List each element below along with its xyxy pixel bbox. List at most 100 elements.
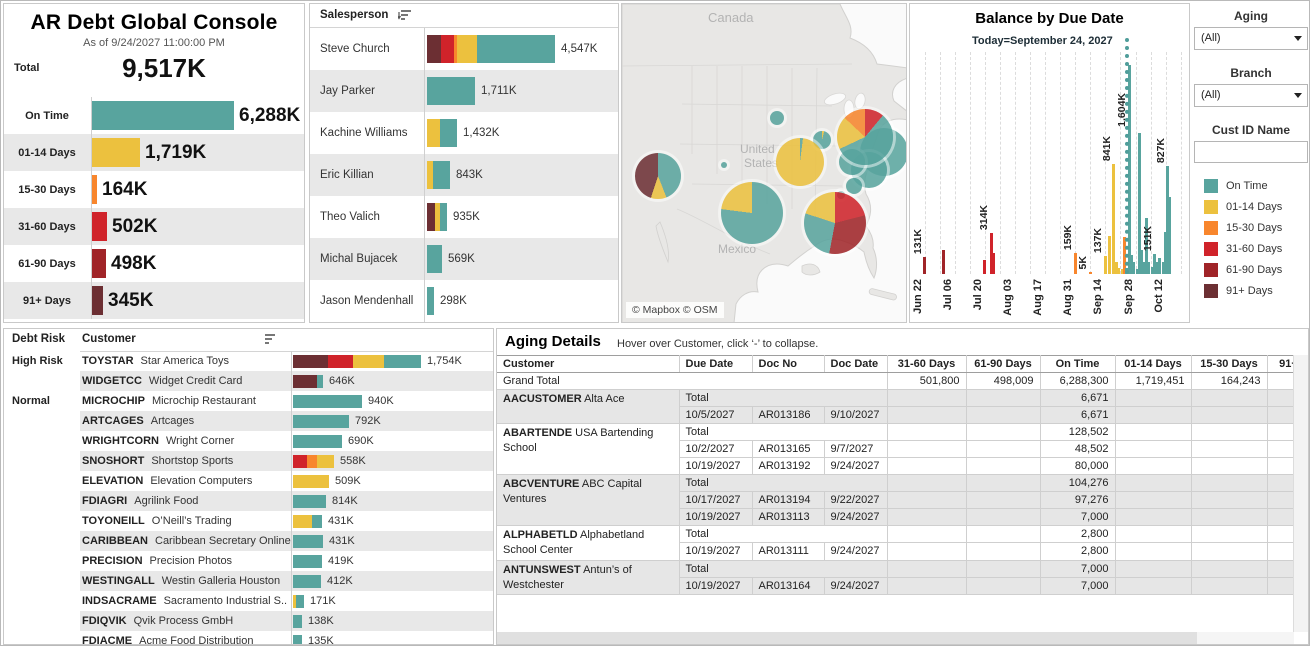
due-date-bar[interactable] [1147, 262, 1150, 274]
aging-filter-dropdown[interactable]: (All) [1194, 27, 1308, 50]
map-pie-mark[interactable] [776, 138, 824, 186]
due-date-bar[interactable] [1104, 256, 1107, 274]
bar-segment[interactable] [427, 35, 441, 63]
customer-row[interactable]: High RiskTOYSTARStar America Toys1,754K [4, 351, 493, 371]
vertical-scrollbar[interactable] [1293, 355, 1308, 632]
bar-segment[interactable] [293, 555, 322, 568]
due-date-bar[interactable] [1158, 258, 1161, 274]
map-pie-mark[interactable] [721, 162, 727, 168]
customer-row[interactable]: ARTCAGESArtcages792K [4, 411, 493, 431]
aging-summary-row[interactable]: 61-90 Days498K [4, 245, 304, 282]
customer-row[interactable]: PRECISIONPrecision Photos419K [4, 551, 493, 571]
customer-row[interactable]: FDIQVIKQvik Process GmbH138K [4, 611, 493, 631]
map-pie-mark[interactable] [804, 192, 866, 254]
customer-total-row[interactable]: AACUSTOMER Alta AceTotal6,671 [497, 390, 1294, 407]
legend-item[interactable]: 61-90 Days [1204, 259, 1310, 280]
column-header[interactable]: Due Date [679, 356, 752, 373]
due-date-bar[interactable] [1168, 197, 1171, 274]
bar-segment[interactable] [384, 355, 421, 368]
bar-segment[interactable] [293, 435, 342, 448]
aging-bar[interactable] [92, 212, 107, 241]
column-header[interactable]: 31-60 Days [887, 356, 966, 373]
bar-segment[interactable] [427, 119, 440, 147]
customer-cell[interactable]: AACUSTOMER Alta Ace [497, 390, 679, 424]
aging-bar[interactable] [92, 175, 97, 204]
cust-id-name-input[interactable] [1194, 141, 1308, 163]
salesperson-row[interactable]: Eric Killian843K [310, 154, 618, 196]
map-pie-mark[interactable] [770, 111, 784, 125]
map-panel[interactable]: CanadaUnitedStatesMexico © Mapbox © OSM [621, 3, 907, 323]
customer-row[interactable]: WIDGETCCWidget Credit Card646K [4, 371, 493, 391]
bar-segment[interactable] [427, 203, 435, 231]
column-header[interactable]: Customer [497, 356, 679, 373]
salesperson-row[interactable]: Jay Parker1,711K [310, 70, 618, 112]
customer-row[interactable]: CARIBBEANCaribbean Secretary Online431K [4, 531, 493, 551]
bar-segment[interactable] [293, 395, 362, 408]
aging-bar[interactable] [92, 101, 234, 130]
customer-total-row[interactable]: ALPHABETLD Alphabetland School CenterTot… [497, 526, 1294, 543]
bar-segment[interactable] [328, 355, 353, 368]
due-date-bar[interactable] [923, 257, 926, 274]
bar-segment[interactable] [293, 415, 349, 428]
bar-segment[interactable] [293, 575, 321, 588]
bar-segment[interactable] [293, 635, 302, 646]
branch-filter-dropdown[interactable]: (All) [1194, 84, 1308, 107]
column-header[interactable]: 15-30 Days [1191, 356, 1267, 373]
map-pie-mark[interactable] [837, 109, 893, 165]
bar-segment[interactable] [427, 245, 442, 273]
bar-segment[interactable] [293, 615, 302, 628]
customer-cell[interactable]: ALPHABETLD Alphabetland School Center [497, 526, 679, 561]
bar-segment[interactable] [440, 203, 447, 231]
customer-row[interactable]: SNOSHORTShortstop Sports558K [4, 451, 493, 471]
customer-row[interactable]: FDIAGRIAgrilink Food814K [4, 491, 493, 511]
bar-segment[interactable] [293, 355, 328, 368]
bar-segment[interactable] [293, 475, 329, 488]
aging-bar[interactable] [92, 138, 140, 167]
aging-summary-row[interactable]: On Time6,288K [4, 97, 304, 134]
bar-segment[interactable] [440, 119, 457, 147]
due-date-bar[interactable] [992, 253, 995, 274]
legend-item[interactable]: 91+ Days [1204, 280, 1310, 301]
chart-plot-area[interactable]: 131K314K159K5K137K841K1,604K151K827K [916, 52, 1185, 274]
salesperson-row[interactable]: Kachine Williams1,432K [310, 112, 618, 154]
salesperson-row[interactable]: Theo Valich935K [310, 196, 618, 238]
salesperson-row[interactable]: Jason Mendenhall298K [310, 280, 618, 322]
customer-row[interactable]: FDIACMEAcme Food Distribution135K [4, 631, 493, 645]
due-date-bar[interactable] [983, 260, 986, 274]
customer-cell[interactable]: ABCVENTURE ABC Capital Ventures [497, 475, 679, 526]
customer-row[interactable]: INDSACRAMESacramento Industrial S..171K [4, 591, 493, 611]
due-date-bar[interactable] [942, 250, 945, 274]
due-date-bar[interactable] [1117, 268, 1120, 274]
map-pie-mark[interactable] [635, 153, 681, 199]
grand-total-row[interactable]: Grand Total501,800498,0096,288,3001,719,… [497, 373, 1294, 390]
column-header[interactable]: 91+ [1267, 356, 1294, 373]
bar-segment[interactable] [433, 161, 450, 189]
due-date-bar[interactable] [1112, 164, 1115, 274]
customer-row[interactable]: WESTINGALLWestin Galleria Houston412K [4, 571, 493, 591]
map-attribution[interactable]: © Mapbox © OSM [626, 302, 724, 318]
salesperson-row[interactable]: Steve Church4,547K [310, 28, 618, 70]
map-pie-mark[interactable] [846, 178, 862, 194]
map-pie-mark[interactable] [721, 182, 783, 244]
legend-item[interactable]: 01-14 Days [1204, 196, 1310, 217]
bar-segment[interactable] [293, 375, 317, 388]
column-header[interactable]: 01-14 Days [1115, 356, 1191, 373]
customer-total-row[interactable]: ABCVENTURE ABC Capital VenturesTotal104,… [497, 475, 1294, 492]
customer-cell[interactable]: ANTUNSWEST Antun’s of Westchester [497, 560, 679, 595]
scrollbar-thumb[interactable] [497, 632, 1197, 644]
legend-item[interactable]: 15-30 Days [1204, 217, 1310, 238]
sort-descending-icon[interactable] [398, 9, 412, 27]
due-date-bar[interactable] [1108, 236, 1111, 274]
horizontal-scrollbar[interactable] [497, 632, 1294, 644]
customer-row[interactable]: WRIGHTCORNWright Corner690K [4, 431, 493, 451]
customer-row[interactable]: TOYONEILLO’Neill’s Trading431K [4, 511, 493, 531]
customer-total-row[interactable]: ANTUNSWEST Antun’s of WestchesterTotal7,… [497, 560, 1294, 577]
aging-bar[interactable] [92, 286, 103, 315]
salesperson-row[interactable]: Michal Bujacek569K [310, 238, 618, 280]
due-date-bar[interactable] [1132, 262, 1135, 274]
bar-segment[interactable] [293, 535, 323, 548]
bar-segment[interactable] [427, 77, 475, 105]
bar-segment[interactable] [427, 287, 434, 315]
customer-row[interactable]: NormalMICROCHIPMicrochip Restaurant940K [4, 391, 493, 411]
column-header[interactable]: Doc No [752, 356, 824, 373]
